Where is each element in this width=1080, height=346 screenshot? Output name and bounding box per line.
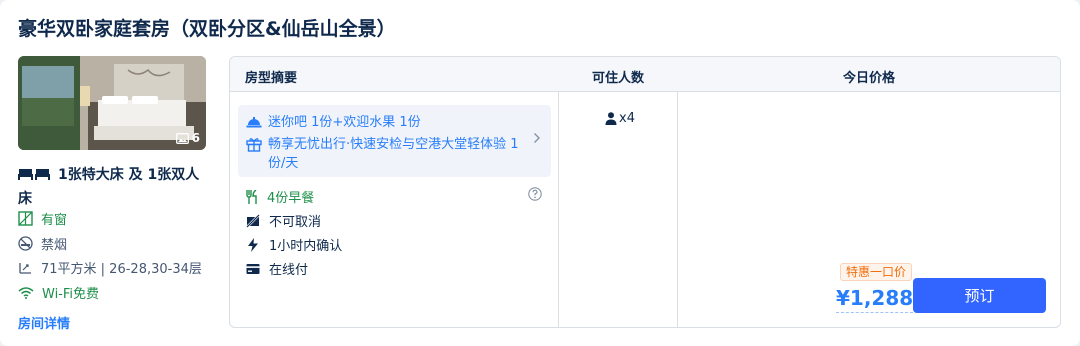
area-icon — [19, 263, 31, 274]
card-icon — [246, 263, 260, 274]
facility-wifi-label: Wi-Fi免费 — [42, 287, 100, 302]
column-divider — [558, 92, 559, 327]
wifi-icon — [18, 287, 34, 299]
perk-text: 迷你吧 1份+欢迎水果 1份 — [268, 115, 421, 130]
header-summary: 房型摘要 — [245, 71, 298, 86]
column-divider — [677, 92, 678, 327]
rate-table: 房型摘要 可住人数 今日价格 迷你吧 1份+欢迎水果 1份 畅享无忧出行·快速安… — [229, 56, 1061, 328]
facility-area: 71平方米 | 26-28,30-34层 — [18, 258, 202, 277]
payment-label: 在线付 — [269, 263, 309, 278]
table-header: 房型摘要 可住人数 今日价格 — [230, 57, 1060, 92]
facility-wifi: Wi-Fi免费 — [18, 283, 99, 302]
lightning-icon — [248, 237, 258, 252]
facility-area-label: 71平方米 | 26-28,30-34层 — [41, 262, 202, 277]
header-price: 今日价格 — [843, 71, 896, 86]
perk-item: 迷你吧 1份+欢迎水果 1份 — [246, 113, 421, 132]
no-cancel-icon — [246, 213, 260, 228]
confirmation-info: 1小时内确认 — [246, 235, 342, 254]
room-title: 豪华双卧家庭套房（双卧分区&仙岳山全景） — [18, 18, 396, 40]
breakfast-label: 4份早餐 — [267, 191, 315, 206]
confirmation-label: 1小时内确认 — [269, 239, 343, 254]
facility-window: 有窗 — [18, 209, 67, 228]
window-icon — [18, 211, 33, 226]
breakfast-icon — [246, 189, 257, 204]
photo-count: 6 — [191, 131, 200, 145]
bed-info: 1张特大床 及 1张双人床 — [18, 164, 213, 210]
price: ¥1,288 — [836, 286, 914, 313]
facility-window-label: 有窗 — [41, 213, 68, 228]
perk-text: 畅享无忧出行·快速安检与空港大堂轻体验 1份/天 — [268, 137, 519, 171]
occupancy-count: x4 — [619, 111, 635, 126]
room-photo[interactable]: 6 — [18, 56, 206, 150]
breakfast-info: 4份早餐 — [246, 187, 314, 206]
cancellation-info: 不可取消 — [246, 211, 321, 230]
person-icon — [605, 112, 617, 125]
facility-smoking-label: 禁烟 — [41, 238, 68, 253]
promo-badge: 特惠一口价 — [840, 263, 913, 281]
occupancy: x4 — [605, 111, 635, 126]
payment-info: 在线付 — [246, 259, 308, 278]
facility-smoking: 禁烟 — [18, 234, 67, 253]
dome-icon — [246, 117, 262, 128]
room-card: 豪华双卧家庭套房（双卧分区&仙岳山全景） 6 1张特大床 及 1张双人床 有窗 … — [0, 0, 1080, 346]
room-details-link[interactable]: 房间详情 — [18, 313, 70, 332]
image-icon — [175, 132, 189, 144]
chevron-right-icon — [534, 133, 540, 143]
perk-item: 畅享无忧出行·快速安检与空港大堂轻体验 1份/天 — [246, 135, 526, 173]
gift-icon — [246, 138, 262, 152]
help-icon[interactable] — [528, 187, 542, 201]
book-button[interactable]: 预订 — [913, 278, 1046, 313]
photo-count-badge: 6 — [175, 131, 200, 145]
bed-icon — [18, 166, 50, 188]
no-smoking-icon — [18, 236, 33, 251]
cancellation-label: 不可取消 — [269, 215, 322, 230]
perks-box[interactable]: 迷你吧 1份+欢迎水果 1份 畅享无忧出行·快速安检与空港大堂轻体验 1份/天 — [238, 105, 551, 177]
header-occupancy: 可住人数 — [592, 71, 645, 86]
